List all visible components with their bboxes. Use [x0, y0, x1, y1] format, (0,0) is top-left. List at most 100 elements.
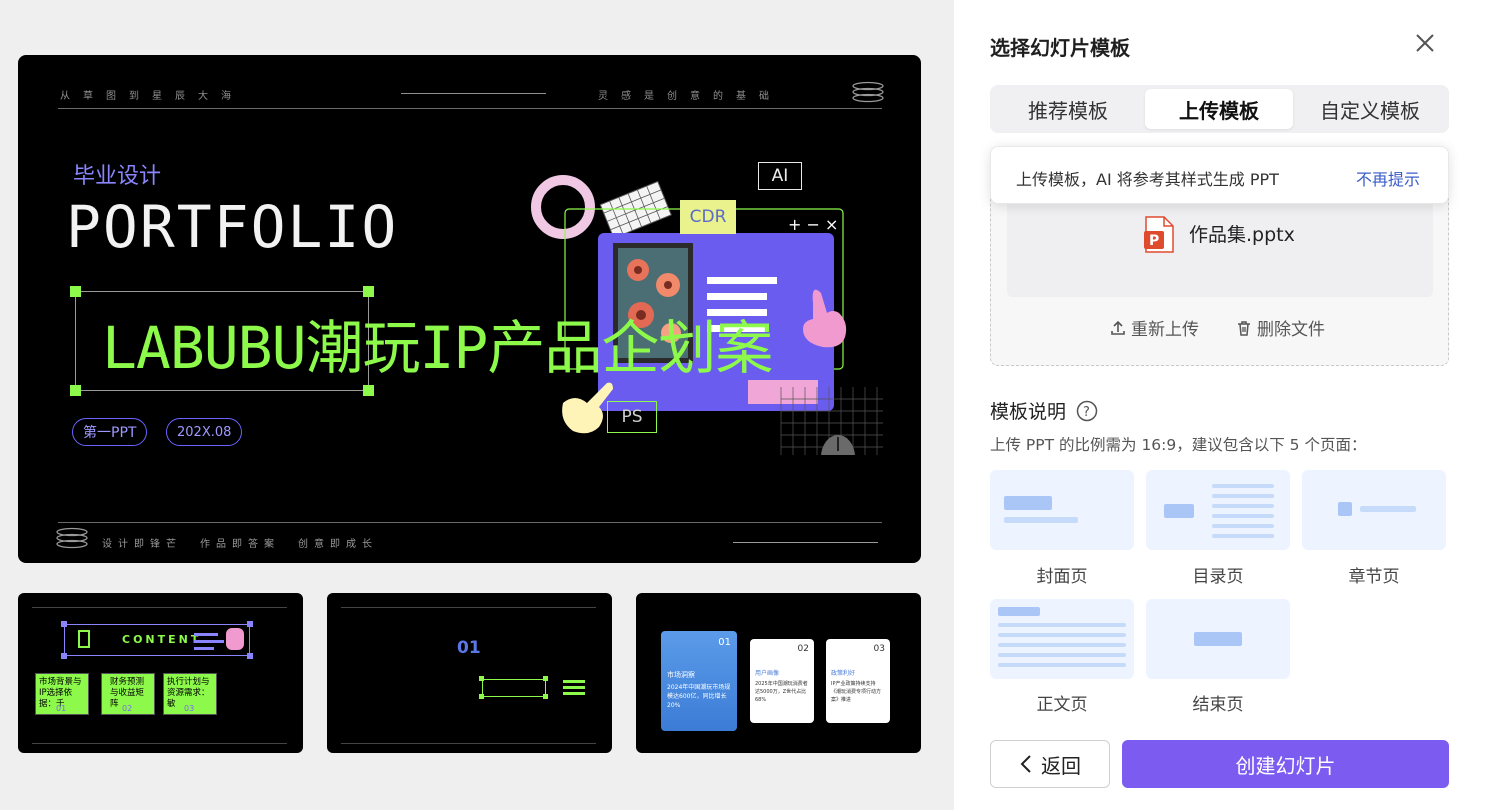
section-frame: [482, 679, 546, 697]
card-number: 01: [56, 704, 67, 713]
svg-text:P: P: [1149, 233, 1159, 249]
delete-file-button[interactable]: 删除文件: [1235, 315, 1325, 340]
thumb-line: [194, 647, 214, 650]
slide-pill-brand: 第一PPT: [72, 418, 148, 446]
thumb-line: [563, 686, 585, 689]
slide-bottom-item: 设计即锋芒: [102, 539, 182, 550]
upload-icon: [1111, 320, 1125, 335]
content-mark-icon: [78, 630, 90, 648]
template-tabs: 推荐模板 上传模板 自定义模板: [990, 85, 1449, 133]
create-slides-button[interactable]: 创建幻灯片: [1122, 740, 1449, 788]
card-title: 市场洞察: [667, 671, 695, 679]
thumb-line: [563, 680, 585, 683]
page-label-end: 结束页: [1192, 695, 1244, 715]
preview-bar: [1212, 484, 1274, 488]
page-label-toc: 目录页: [1192, 567, 1244, 587]
insight-card-1: 01 市场洞察 2024年中国潮玩市场规模达600亿，同比增长20%: [661, 631, 737, 731]
panel-title: 选择幻灯片模板: [990, 36, 1130, 60]
thumb-line: [194, 633, 218, 636]
preview-bar: [1004, 496, 1052, 510]
preview-bar: [998, 663, 1126, 667]
thumb-divider: [32, 743, 287, 744]
chevron-left-icon: [1020, 755, 1031, 773]
section-title-text: 模板说明: [990, 401, 1067, 423]
slide-bottom-item: 创意即成长: [298, 539, 378, 550]
card-number: 02: [122, 704, 133, 713]
card-number: 03: [184, 704, 195, 713]
template-guide-title: 模板说明 ?: [990, 397, 1098, 424]
thumb-line: [194, 640, 224, 643]
close-icon[interactable]: [1412, 30, 1438, 56]
main-slide-preview[interactable]: 从草图到星辰大海 灵感是创意的基础 毕业设计 PORTFOLIO + − × A…: [18, 55, 921, 563]
preview-bar: [1212, 524, 1274, 528]
stacked-rings-icon: [852, 81, 884, 103]
dont-show-again-link[interactable]: 不再提示: [1356, 166, 1420, 190]
stacked-rings-icon: [56, 527, 88, 549]
slide-title: PORTFOLIO: [66, 193, 399, 261]
preview-bar: [1212, 514, 1274, 518]
resize-handle: [247, 621, 253, 627]
thumbnail-slide-1[interactable]: CONTENT 市场背景与IP选择依据：千 财务预测与收益矩阵 执行计划与资源需…: [18, 593, 303, 753]
card-number: 03: [873, 644, 885, 654]
resize-handle: [363, 286, 374, 297]
preview-bar: [998, 633, 1126, 637]
card-text: 2024年中国潮玩市场规模达600亿，同比增长20%: [667, 684, 731, 709]
rock-hand-icon: [226, 628, 244, 650]
back-button[interactable]: 返回: [990, 740, 1110, 788]
thumb-divider: [341, 743, 596, 744]
preview-bar: [998, 607, 1040, 616]
tab-custom[interactable]: 自定义模板: [1296, 89, 1444, 129]
preview-bar: [998, 643, 1126, 647]
question-circle-icon[interactable]: ?: [1076, 400, 1098, 422]
preview-bar: [1004, 517, 1078, 523]
svg-text:?: ?: [1083, 405, 1090, 420]
template-panel: 选择幻灯片模板 推荐模板 上传模板 自定义模板 P 作品集.pptx 重新上传: [954, 0, 1485, 810]
reupload-button[interactable]: 重新上传: [1109, 315, 1199, 340]
pptx-file-icon: P: [1144, 216, 1174, 253]
preview-bar: [1212, 504, 1274, 508]
card-number: 02: [797, 644, 809, 654]
page-label-cover: 封面页: [1036, 567, 1088, 587]
slide-subtitle: 毕业设计: [73, 164, 162, 189]
resize-handle: [479, 694, 484, 699]
resize-handle: [543, 676, 548, 681]
delete-label: 删除文件: [1257, 320, 1325, 340]
preview-bar: [1338, 502, 1352, 516]
resize-handle: [363, 385, 374, 396]
card-text: IP产业政策持续支持《潮玩消费专项行动方案》推进: [831, 681, 882, 703]
resize-handle: [479, 676, 484, 681]
slide-arrow-line: [401, 93, 546, 94]
thumb-content-title: CONTENT: [122, 633, 202, 646]
tab-recommended[interactable]: 推荐模板: [994, 89, 1142, 129]
svg-text:+ − ×: + − ×: [788, 215, 838, 234]
resize-handle: [247, 653, 253, 659]
insight-card-2: 02 用户画像 2025年中国潮玩消费者达5000万，Z世代占比68%: [750, 639, 814, 723]
ai-badge: AI: [758, 162, 802, 190]
page-label-body: 正文页: [1036, 695, 1088, 715]
resize-handle: [70, 286, 81, 297]
ps-badge: PS: [607, 401, 657, 433]
card-number: 01: [718, 637, 731, 648]
slide-top-left-text: 从草图到星辰大海: [60, 91, 244, 102]
cdr-badge: CDR: [680, 200, 736, 234]
thumb-divider: [32, 607, 287, 608]
cover-page-card: [990, 470, 1134, 550]
tip-text: 上传模板，AI 将参考其样式生成 PPT: [1016, 170, 1279, 189]
preview-bar: [1194, 632, 1242, 646]
preview-area: 从草图到星辰大海 灵感是创意的基础 毕业设计 PORTFOLIO + − × A…: [0, 0, 954, 810]
preview-bar: [998, 653, 1126, 657]
end-page-card: [1146, 599, 1290, 679]
thumb-divider: [341, 607, 596, 608]
thumbnail-slide-3[interactable]: 01 市场洞察 2024年中国潮玩市场规模达600亿，同比增长20% 02 用户…: [636, 593, 921, 753]
preview-bar: [1164, 504, 1194, 518]
preview-bar: [998, 623, 1126, 627]
insight-card-3: 03 政策利好 IP产业政策持续支持《潮玩消费专项行动方案》推进: [826, 639, 890, 723]
slide-arrow-line: [733, 542, 878, 543]
back-label: 返回: [1041, 753, 1081, 778]
thumbnail-slide-2[interactable]: 01: [327, 593, 612, 753]
template-guide-desc: 上传 PPT 的比例需为 16:9，建议包含以下 5 个页面：: [990, 436, 1367, 454]
resize-handle: [61, 653, 67, 659]
slide-top-divider: [58, 108, 882, 109]
reupload-label: 重新上传: [1131, 320, 1199, 340]
tab-upload[interactable]: 上传模板: [1145, 89, 1293, 129]
